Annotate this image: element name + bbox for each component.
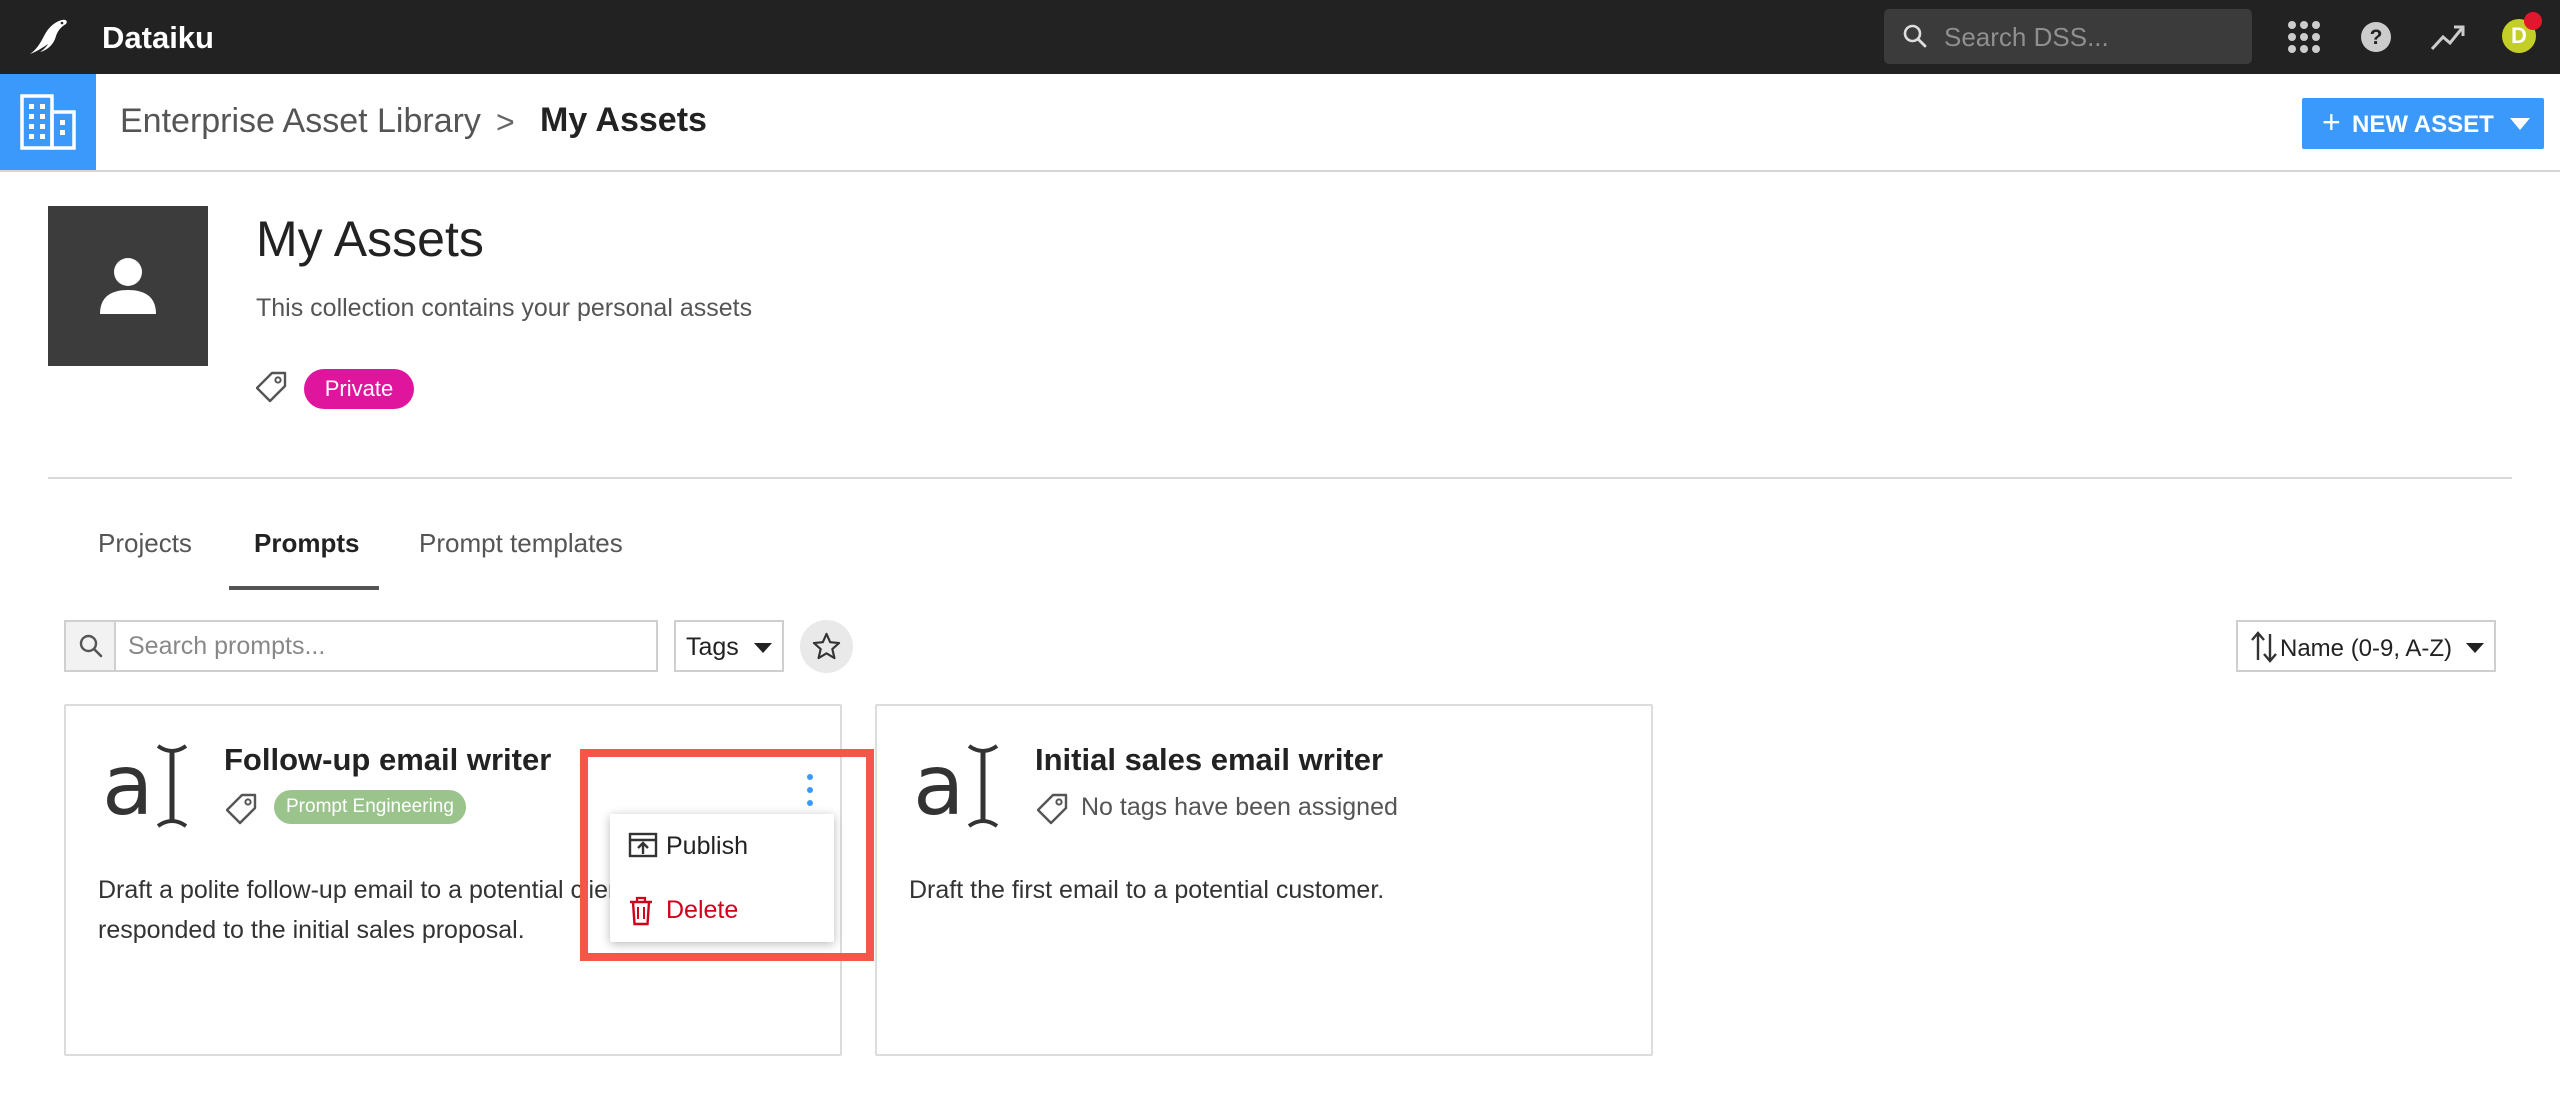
sort-icon [2251,631,2277,663]
prompt-engineering-tag[interactable]: Prompt Engineering [274,790,466,824]
svg-text:a: a [102,736,153,832]
top-navigation-bar: Dataiku Search DSS... ? D [0,0,2560,74]
private-tag-badge[interactable]: Private [304,369,414,409]
sort-label: Name (0-9, A-Z) [2280,635,2453,662]
svg-text:a: a [913,736,964,832]
ai-prompt-icon: a [102,736,202,837]
global-search-box[interactable]: Search DSS... [1884,9,2252,64]
star-icon [812,632,841,660]
trending-icon[interactable] [2428,17,2468,57]
search-icon [1903,24,1927,48]
favorites-star-button[interactable] [800,620,853,673]
breadcrumb-parent-link[interactable]: Enterprise Asset Library [120,102,481,141]
app-name[interactable]: Dataiku [102,20,214,56]
person-icon [100,258,156,314]
ai-prompt-icon: a [913,736,1013,837]
no-tags-text: No tags have been assigned [1081,793,1398,821]
global-search-placeholder: Search DSS... [1944,22,2109,52]
tag-icon [1036,792,1069,831]
collection-title: My Assets [256,211,484,267]
search-prompts-input[interactable] [128,632,648,661]
chevron-down-icon [2510,118,2530,130]
page-title: My Assets [540,101,707,139]
prompt-card-title[interactable]: Initial sales email writer [1035,742,1383,778]
new-asset-label: NEW ASSET [2352,111,2494,138]
apps-grid-icon[interactable] [2284,17,2324,57]
sort-dropdown[interactable]: Name (0-9, A-Z) [2236,620,2496,672]
help-icon[interactable]: ? [2356,17,2396,57]
publish-icon [628,832,658,858]
section-divider [48,477,2512,479]
dataiku-bird-logo-icon[interactable] [26,14,70,58]
notification-badge [2524,12,2542,30]
delete-menu-item[interactable]: Delete [610,880,834,940]
tab-prompt-templates[interactable]: Prompt templates [419,528,623,559]
publish-label: Publish [666,832,748,860]
prompt-context-menu: Publish Delete [610,814,834,942]
tags-filter-label: Tags [686,633,739,661]
prompt-search-box[interactable] [64,620,658,672]
tags-filter-dropdown[interactable]: Tags [674,620,784,672]
collection-image [48,206,208,366]
page-header: Enterprise Asset Library > My Assets + N… [0,74,2560,172]
chevron-down-icon [2466,643,2484,653]
new-asset-button[interactable]: + NEW ASSET [2302,98,2544,149]
chevron-down-icon [754,643,772,653]
svg-text:?: ? [2370,26,2383,49]
tag-icon [225,792,258,831]
prompt-card-description: Draft the first email to a potential cus… [909,876,1385,904]
delete-label: Delete [666,896,739,924]
tab-projects[interactable]: Projects [98,528,192,559]
collection-description: This collection contains your personal a… [256,294,753,322]
search-icon [66,622,116,670]
trash-icon [630,896,652,926]
plus-icon: + [2322,104,2341,140]
tab-prompts[interactable]: Prompts [254,528,359,559]
tag-icon [255,370,288,409]
prompt-card-title[interactable]: Follow-up email writer [224,742,551,778]
asset-library-icon[interactable] [0,74,96,170]
active-tab-indicator [229,586,379,590]
publish-menu-item[interactable]: Publish [610,816,834,876]
prompt-card[interactable]: a Initial sales email writer No tags hav… [875,704,1653,1056]
breadcrumb-separator: > [496,104,515,140]
